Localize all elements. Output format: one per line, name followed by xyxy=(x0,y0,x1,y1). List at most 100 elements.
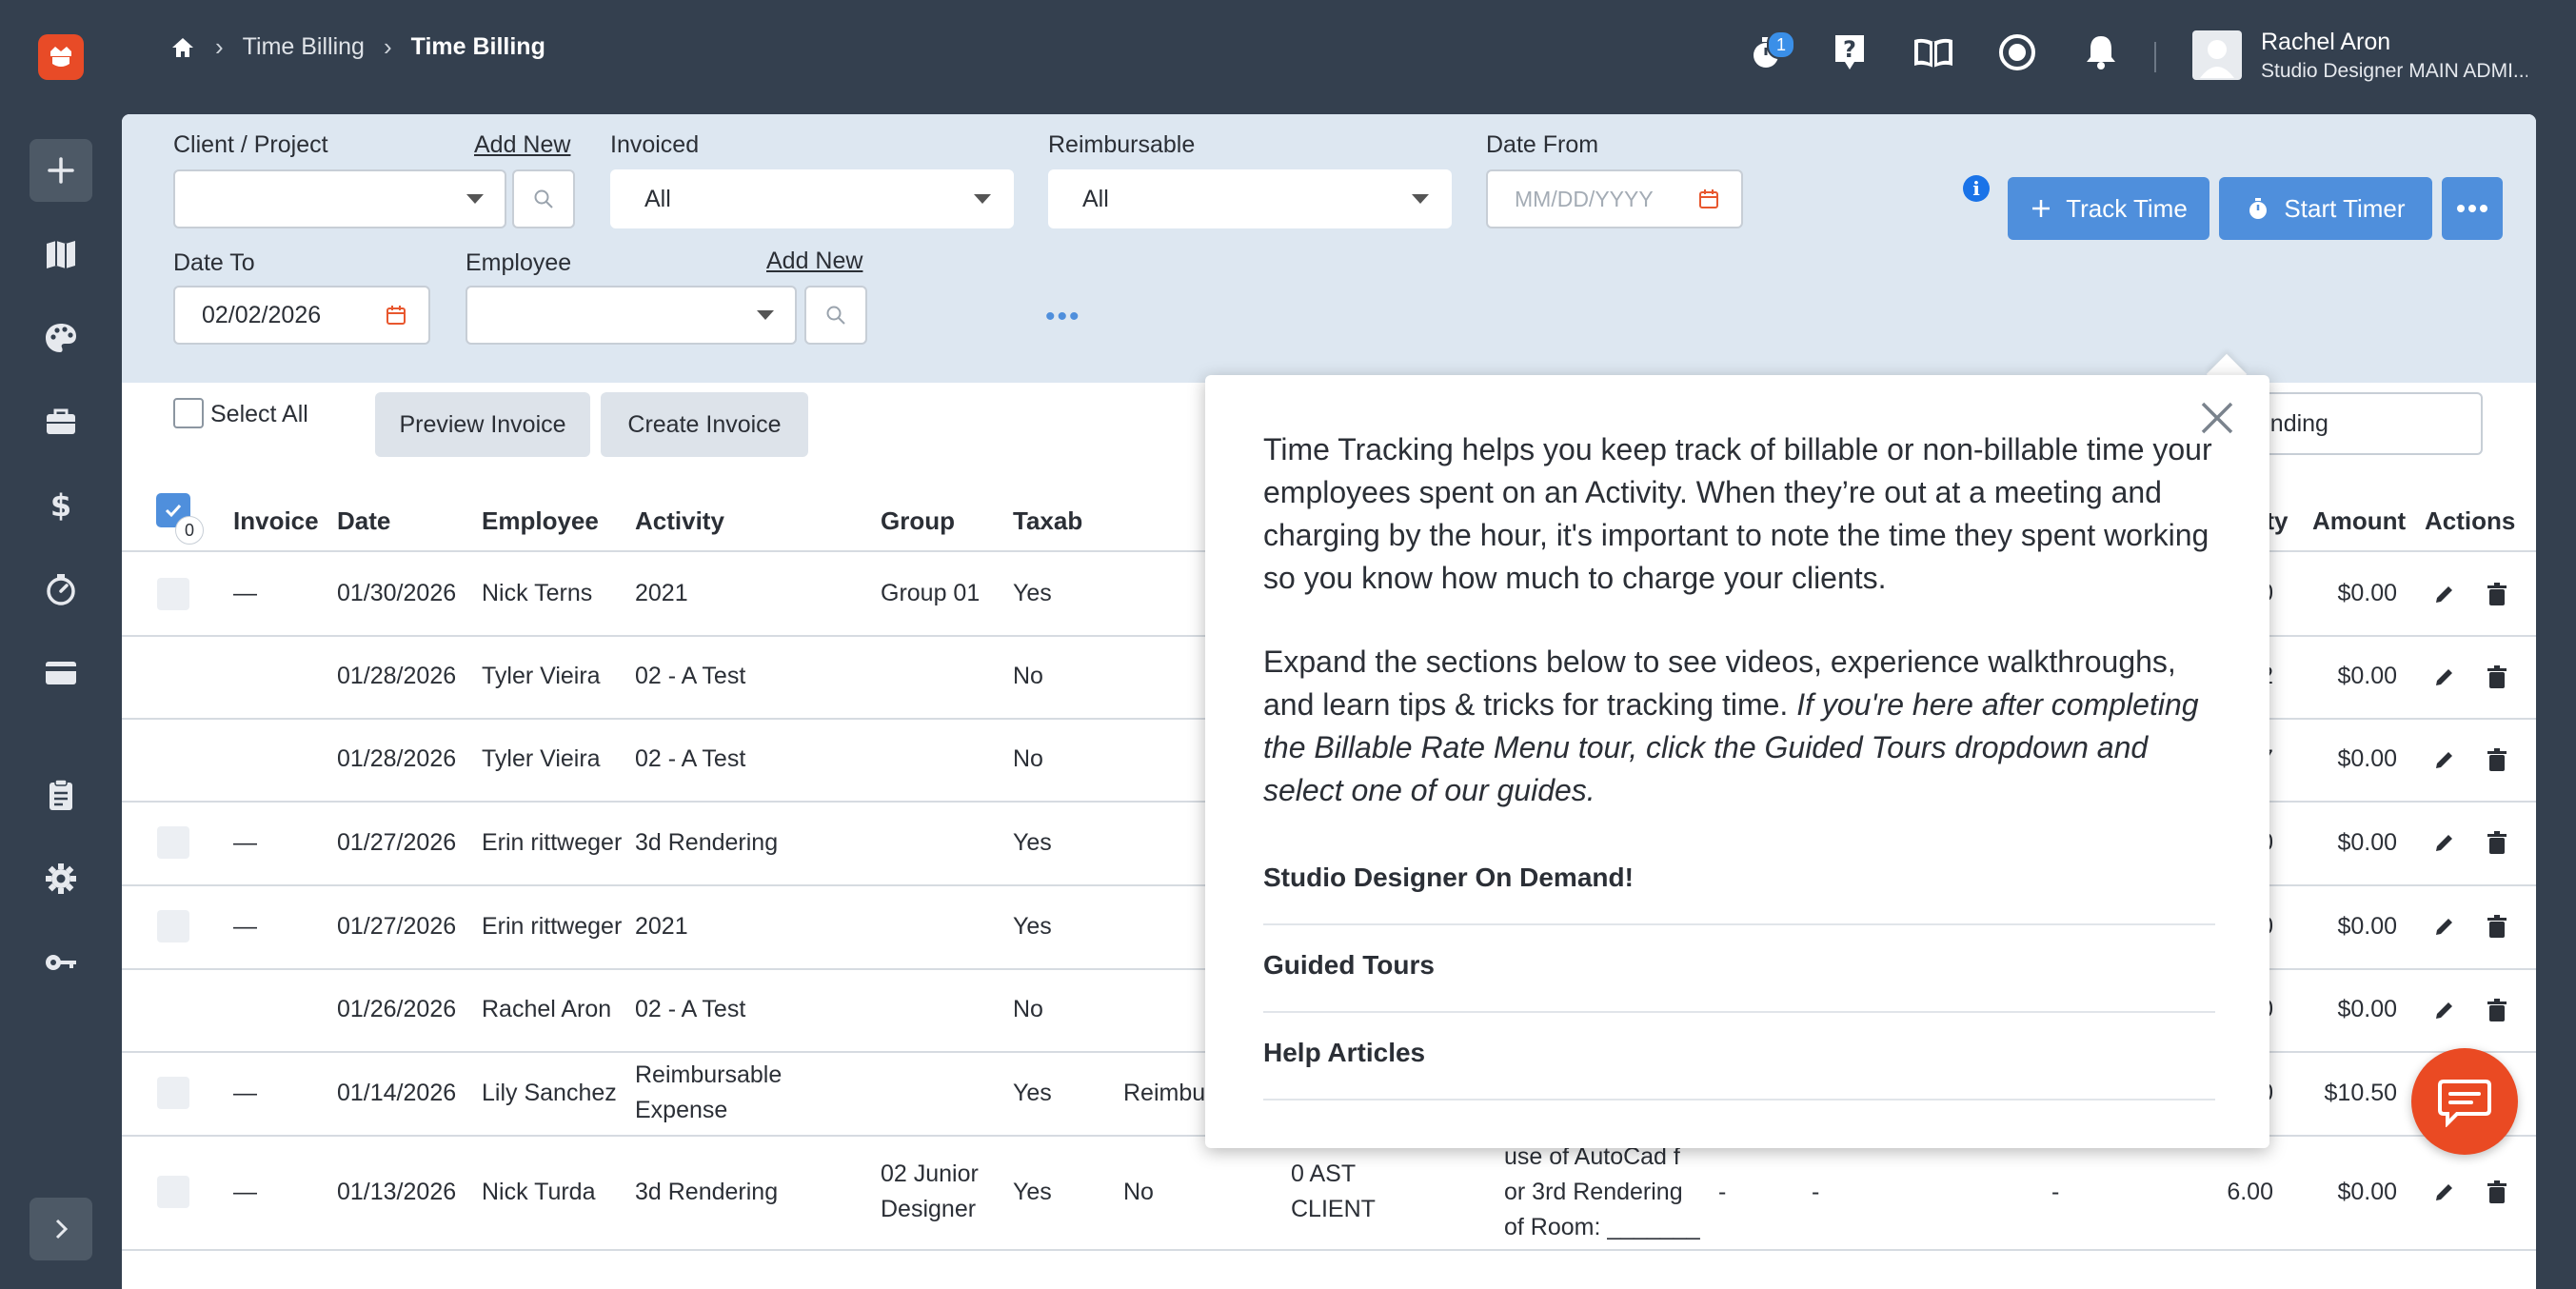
date-from-input[interactable]: MM/DD/YYYY xyxy=(1486,169,1678,228)
stopwatch-icon[interactable] xyxy=(30,558,92,621)
cell-invoice xyxy=(233,968,290,1051)
catalog-book-icon[interactable] xyxy=(30,223,92,286)
employee-select[interactable] xyxy=(466,286,797,345)
edit-icon[interactable] xyxy=(2430,996,2459,1024)
user-role: Studio Designer MAIN ADMI... xyxy=(2261,60,2527,82)
chevron-right-icon xyxy=(55,1219,69,1239)
delete-icon[interactable] xyxy=(2483,663,2511,691)
cell-taxable: Yes xyxy=(1013,580,1052,606)
section-on-demand[interactable]: Studio Designer On Demand! xyxy=(1263,838,2215,925)
section-guided-tours[interactable]: Guided Tours xyxy=(1263,925,2215,1013)
delete-icon[interactable] xyxy=(2483,745,2511,774)
employee-search-button[interactable] xyxy=(804,286,867,345)
expand-sidebar-button[interactable] xyxy=(30,1198,92,1260)
select-all-checkbox[interactable] xyxy=(173,398,204,428)
edit-icon[interactable] xyxy=(2430,745,2459,774)
client-project-select[interactable] xyxy=(173,169,506,228)
track-time-button[interactable]: Track Time xyxy=(2008,177,2209,240)
edit-icon[interactable] xyxy=(2430,912,2459,941)
cell-employee: Nick Terns xyxy=(482,580,593,606)
delete-icon[interactable] xyxy=(2483,996,2511,1024)
cell-taxable: No xyxy=(1013,663,1043,689)
gear-icon[interactable] xyxy=(30,847,92,910)
select-all-label[interactable]: Select All xyxy=(210,401,308,428)
cell-employee: Nick Turda xyxy=(482,1178,596,1205)
avatar[interactable] xyxy=(2192,30,2242,80)
chat-support-button[interactable] xyxy=(2411,1048,2518,1155)
open-book-icon[interactable] xyxy=(1910,29,1957,76)
search-icon xyxy=(826,306,845,325)
key-icon[interactable] xyxy=(30,931,92,994)
col-activity[interactable]: Activity xyxy=(635,506,724,536)
delete-icon[interactable] xyxy=(2483,828,2511,857)
client-add-new-link[interactable]: Add New xyxy=(474,131,570,159)
row-checkbox[interactable] xyxy=(157,826,189,859)
cell-activity: 3d Rendering xyxy=(635,828,779,856)
create-invoice-button[interactable]: Create Invoice xyxy=(601,392,808,457)
breadcrumb-separator: › xyxy=(215,32,224,61)
delete-icon[interactable] xyxy=(2483,580,2511,608)
briefcase-icon[interactable] xyxy=(30,390,92,453)
edit-icon[interactable] xyxy=(2430,828,2459,857)
svg-text:?: ? xyxy=(1843,36,1856,63)
more-options-button[interactable] xyxy=(2442,177,2503,240)
cell-activity: 2021 xyxy=(635,580,688,606)
cell-taxable: Yes xyxy=(1013,1079,1052,1106)
cell-group xyxy=(881,968,1004,1051)
clipboard-icon[interactable] xyxy=(30,763,92,826)
cell-employee: Erin rittweger xyxy=(482,912,623,940)
date-to-label: Date To xyxy=(173,249,255,276)
edit-icon[interactable] xyxy=(2430,1178,2459,1206)
cell-amount: $0.00 xyxy=(2337,580,2397,606)
svg-text:$: $ xyxy=(50,487,71,524)
studio-designer-logo[interactable] xyxy=(38,34,84,80)
breadcrumb-link[interactable]: Time Billing xyxy=(243,33,365,61)
col-amount[interactable]: Amount xyxy=(2312,506,2406,536)
cell-amount: $0.00 xyxy=(2337,663,2397,689)
date-to-input[interactable]: 02/02/2026 xyxy=(173,286,366,345)
more-filters-icon[interactable]: ••• xyxy=(1045,301,1081,333)
edit-icon[interactable] xyxy=(2430,580,2459,608)
col-taxable[interactable]: Taxab xyxy=(1013,506,1082,536)
section-help-articles[interactable]: Help Articles xyxy=(1263,1013,2215,1101)
employee-add-new-link[interactable]: Add New xyxy=(766,248,862,275)
row-checkbox[interactable] xyxy=(157,910,189,942)
col-employee[interactable]: Employee xyxy=(482,506,599,536)
row-checkbox[interactable] xyxy=(157,1176,189,1208)
row-checkbox[interactable] xyxy=(157,577,189,610)
dollar-icon[interactable]: $ xyxy=(30,474,92,537)
date-to-calendar-button[interactable] xyxy=(364,286,430,345)
info-icon[interactable]: i xyxy=(1963,175,1990,202)
invoiced-select[interactable]: All xyxy=(610,169,1014,228)
preview-invoice-button[interactable]: Preview Invoice xyxy=(375,392,590,457)
cell-quantity: 6.00 xyxy=(2227,1178,2273,1205)
col-date[interactable]: Date xyxy=(337,506,390,536)
col-invoice[interactable]: Invoice xyxy=(233,506,319,536)
user-name[interactable]: Rachel Aron xyxy=(2261,29,2390,56)
client-search-button[interactable] xyxy=(512,169,575,228)
credit-card-icon[interactable] xyxy=(30,642,92,704)
cell-amount: $10.50 xyxy=(2324,1079,2397,1106)
home-icon[interactable] xyxy=(169,34,196,61)
reimbursable-select[interactable]: All xyxy=(1048,169,1452,228)
timer-button[interactable]: 1 xyxy=(1742,29,1795,76)
add-icon[interactable] xyxy=(30,139,92,202)
help-icon[interactable]: ? xyxy=(1826,29,1873,76)
edit-icon[interactable] xyxy=(2430,663,2459,691)
record-icon[interactable] xyxy=(1993,29,2041,76)
chat-bubble-icon xyxy=(2438,1080,2491,1127)
cell-date: 01/14/2026 xyxy=(337,1079,457,1106)
delete-icon[interactable] xyxy=(2483,912,2511,941)
table-row[interactable]: — 01/13/2026 Nick Turda 3d Rendering 02 Juni… xyxy=(122,1135,2536,1251)
cell-group: 02 Junior Designer xyxy=(881,1160,979,1222)
bell-icon[interactable] xyxy=(2077,29,2125,76)
date-from-calendar-button[interactable] xyxy=(1676,169,1743,228)
cell-amount: $0.00 xyxy=(2337,828,2397,856)
row-checkbox[interactable] xyxy=(157,1077,189,1109)
start-timer-button[interactable]: Start Timer xyxy=(2219,177,2432,240)
calendar-icon xyxy=(386,306,406,325)
palette-icon[interactable] xyxy=(30,307,92,369)
popover-intro: Time Tracking helps you keep track of bi… xyxy=(1263,432,2212,595)
delete-icon[interactable] xyxy=(2483,1178,2511,1206)
col-group[interactable]: Group xyxy=(881,506,955,536)
